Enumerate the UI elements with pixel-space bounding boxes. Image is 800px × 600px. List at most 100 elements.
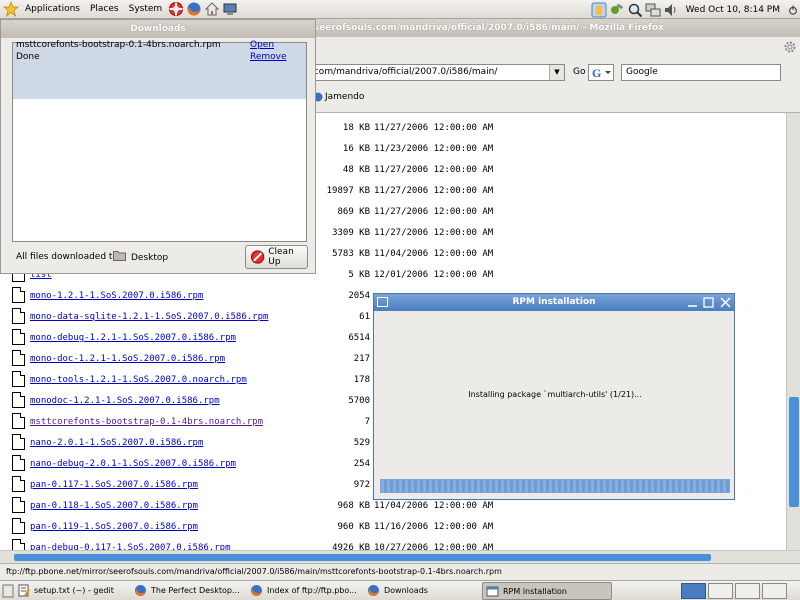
volume-icon[interactable] (663, 2, 679, 18)
taskbar-item[interactable]: Downloads (364, 582, 480, 600)
status-bar: ftp://ftp.pbone.net/mirror/seerofsouls.c… (0, 563, 800, 580)
file-size: 7 (364, 417, 370, 427)
workspace-3[interactable] (735, 583, 760, 599)
file-link[interactable]: nano-2.0.1-1.SoS.2007.0.i586.rpm (30, 438, 203, 448)
file-icon (12, 350, 25, 366)
file-link[interactable]: pan-0.119-1.SoS.2007.0.i586.rpm (30, 522, 198, 532)
file-link[interactable]: pan-0.117-1.SoS.2007.0.i586.rpm (30, 480, 198, 490)
rpm-title: RPM installation (512, 297, 596, 307)
rpm-titlebar[interactable]: RPM installation (374, 294, 734, 311)
taskbar-item[interactable]: RPM installation (482, 582, 612, 600)
file-date: 11/27/2006 12:00:00 AM (374, 207, 494, 217)
url-dropdown-button[interactable]: ▼ (549, 65, 564, 80)
menu-system-label: System (128, 4, 163, 14)
taskbar-item-label: setup.txt (~) - gedit (34, 586, 114, 595)
rpm-status-message: Installing package `multiarch-utils' (1/… (468, 390, 642, 399)
file-icon (12, 455, 25, 471)
home-icon[interactable] (204, 1, 220, 17)
menu-places-label: Places (89, 4, 119, 14)
firefox-icon (368, 585, 379, 597)
minimize-icon[interactable] (686, 296, 699, 309)
vertical-scrollbar[interactable] (786, 113, 800, 550)
file-size: 217 (353, 354, 370, 364)
file-size: 18 KB (342, 123, 370, 133)
file-size: 48 KB (342, 165, 370, 175)
file-size: 972 (353, 480, 370, 490)
taskbar-item-label: Index of ftp://ftp.pbo... (267, 586, 357, 595)
file-link[interactable]: mono-1.2.1-1.SoS.2007.0.i586.rpm (30, 291, 203, 301)
file-icon (12, 497, 25, 513)
file-size: 5700 (348, 396, 370, 406)
workspace-4[interactable] (762, 583, 787, 599)
panel-tray: Wed Oct 10, 8:14 PM (590, 0, 800, 19)
file-size: 869 KB (337, 207, 370, 217)
bookmark-jamendo[interactable]: Jamendo (313, 92, 364, 102)
horizontal-scrollbar[interactable] (0, 550, 800, 563)
taskbar-item-label: The Perfect Desktop... (151, 586, 240, 595)
close-icon[interactable] (719, 296, 732, 309)
file-icon (12, 413, 25, 429)
clean-up-button[interactable]: Clean Up (245, 245, 308, 269)
menu-applications-label: Applications (25, 4, 80, 14)
workspace-1[interactable] (681, 583, 706, 599)
file-icon (12, 371, 25, 387)
file-size: 178 (353, 375, 370, 385)
file-link[interactable]: mono-tools-1.2.1-1.SoS.2007.0.noarch.rpm (30, 375, 247, 385)
taskbar-item-label: RPM installation (503, 587, 567, 596)
top-panel: Applications Places System Wed Oct 10, 8… (0, 0, 800, 19)
tools-icon[interactable] (609, 2, 625, 18)
file-size: 529 (353, 438, 370, 448)
file-date: 11/23/2006 12:00:00 AM (374, 144, 494, 154)
gear-icon[interactable] (783, 40, 797, 54)
search-icon[interactable] (627, 2, 643, 18)
network-icon[interactable] (645, 2, 661, 18)
show-desktop-icon[interactable] (2, 584, 14, 598)
menu-applications[interactable]: Applications (20, 0, 85, 19)
power-icon[interactable] (787, 2, 799, 18)
lifebuoy-icon[interactable] (168, 1, 184, 17)
firefox-icon[interactable] (186, 1, 202, 17)
file-link[interactable]: mono-data-sqlite-1.2.1-1.SoS.2007.0.i586… (30, 312, 268, 322)
download-filename: msttcorefonts-bootstrap-0.1-4brs.noarch.… (16, 40, 221, 50)
firefox-icon (251, 585, 262, 597)
file-date: 10/27/2006 12:00:00 AM (374, 543, 494, 550)
file-link[interactable]: mono-debug-1.2.1-1.SoS.2007.0.i586.rpm (30, 333, 236, 343)
file-icon (12, 476, 25, 492)
star-icon[interactable] (3, 1, 19, 17)
go-button[interactable]: Go (573, 67, 585, 77)
file-size: 5 KB (348, 270, 370, 280)
file-link[interactable]: mono-doc-1.2.1-1.SoS.2007.0.i586.rpm (30, 354, 225, 364)
download-remove-link[interactable]: Remove (250, 52, 287, 62)
url-input[interactable]: .com/mandriva/official/2007.0/i586/main/ (306, 64, 565, 81)
file-link[interactable]: pan-0.118-1.SoS.2007.0.i586.rpm (30, 501, 198, 511)
taskbar-item[interactable]: The Perfect Desktop... (131, 582, 245, 600)
update-notifier-icon[interactable] (591, 2, 607, 18)
menu-system[interactable]: System (124, 0, 168, 19)
file-link[interactable]: msttcorefonts-bootstrap-0.1-4brs.noarch.… (30, 417, 263, 427)
file-link[interactable]: pan-debug-0.117-1.SoS.2007.0.i586.rpm (30, 543, 230, 550)
maximize-icon[interactable] (702, 296, 715, 309)
taskbar-item[interactable]: Index of ftp://ftp.pbo... (247, 582, 362, 600)
clock[interactable]: Wed Oct 10, 8:14 PM (680, 5, 786, 15)
downloads-titlebar[interactable]: Downloads (1, 20, 315, 38)
horizontal-scrollbar-thumb[interactable] (14, 554, 711, 561)
file-link[interactable]: nano-debug-2.0.1-1.SoS.2007.0.i586.rpm (30, 459, 236, 469)
workspace-2[interactable] (708, 583, 733, 599)
table-row: pan-debug-0.117-1.SoS.2007.0.i586.rpm 492… (0, 537, 786, 550)
computer-icon[interactable] (222, 1, 238, 17)
file-size: 5783 KB (332, 249, 370, 259)
vertical-scrollbar-thumb[interactable] (789, 397, 799, 507)
rpm-progress-bar (380, 479, 730, 493)
download-open-link[interactable]: Open (250, 40, 274, 50)
download-folder-name[interactable]: Desktop (131, 253, 168, 263)
file-date: 11/16/2006 12:00:00 AM (374, 522, 494, 532)
file-size: 61 (359, 312, 370, 322)
menu-places[interactable]: Places (85, 0, 124, 19)
window-menu-icon[interactable] (377, 297, 388, 307)
file-size: 4926 KB (332, 543, 370, 550)
search-engine-button[interactable]: G (588, 64, 614, 81)
file-date: 11/04/2006 12:00:00 AM (374, 249, 494, 259)
file-link[interactable]: monodoc-1.2.1-1.SoS.2007.0.i586.rpm (30, 396, 220, 406)
search-input[interactable]: Google (621, 64, 781, 81)
taskbar-item[interactable]: setup.txt (~) - gedit (14, 582, 129, 600)
